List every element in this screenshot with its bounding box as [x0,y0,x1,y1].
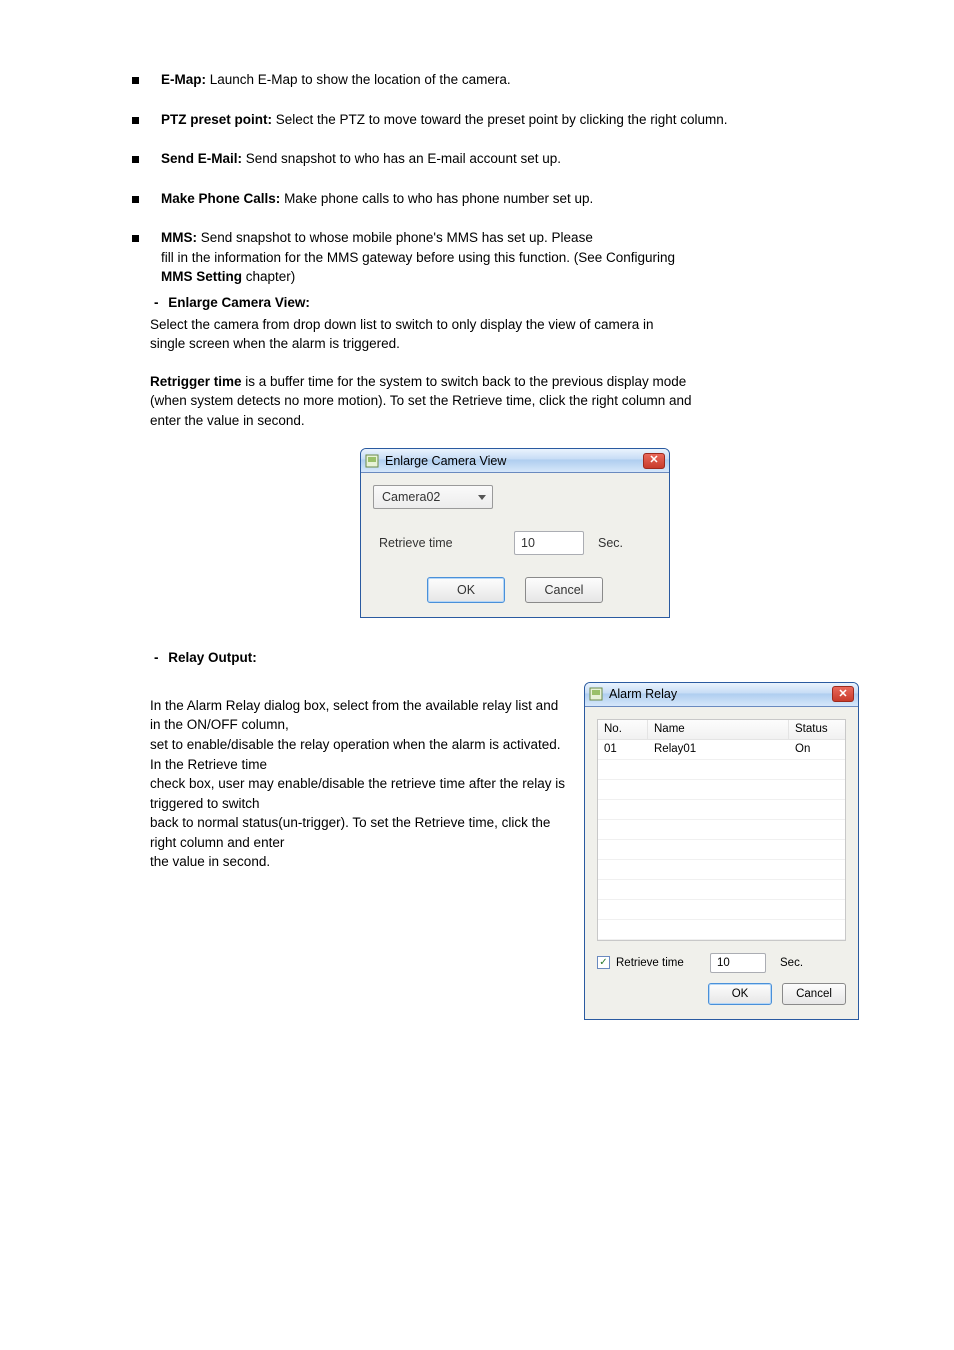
close-icon: ✕ [649,455,658,466]
retrieve-time-value: 10 [521,534,535,552]
text-mms-b: fill in the information for the MMS gate… [161,250,675,265]
ok-label: OK [732,986,749,1003]
text-emap: Launch E-Map to show the location of the… [210,72,511,87]
dash: - [154,295,159,310]
relay-body-c: check box, user may enable/disable the r… [150,774,572,813]
subitem-enlarge-title: Enlarge Camera View: [168,295,310,310]
label-emap: E-Map: [161,72,206,87]
app-icon [365,454,379,468]
relay-body-a: In the Alarm Relay dialog box, select fr… [150,696,572,735]
label-email: Send E-Mail: [161,151,242,166]
chevron-down-icon [478,495,486,500]
bullet-ptz: PTZ preset point: Select the PTZ to move… [161,110,859,130]
cell-name: Relay01 [648,740,789,760]
bullet-icon [132,196,139,203]
relay-body-e: the value in second. [150,852,572,872]
close-button[interactable]: ✕ [832,686,854,702]
retrigger-line2: (when system detects no more motion). To… [150,391,859,411]
col-name[interactable]: Name [648,720,789,740]
retrigger-rest: is a buffer time for the system to switc… [242,374,687,389]
bullet-icon [132,77,139,84]
close-button[interactable]: ✕ [643,453,665,469]
table-row-empty [598,800,845,820]
bullet-phone: Make Phone Calls: Make phone calls to wh… [161,189,859,209]
retrieve-time-value: 10 [717,955,730,972]
bullet-icon [132,156,139,163]
subitem-enlarge-body-a: Select the camera from drop down list to… [150,315,859,335]
camera-select-value: Camera02 [382,488,478,506]
dialog-title: Enlarge Camera View [385,452,643,470]
table-row-empty [598,880,845,900]
check-icon: ✓ [599,958,607,968]
bullet-email: Send E-Mail: Send snapshot to who has an… [161,149,859,169]
table-row-empty [598,920,845,940]
col-no[interactable]: No. [598,720,648,740]
close-icon: ✕ [838,689,847,700]
table-row[interactable]: 01 Relay01 On [598,740,845,760]
retrieve-time-input[interactable]: 10 [710,953,766,973]
text-ptz: Select the PTZ to move toward the preset… [276,112,728,127]
relay-body-b: set to enable/disable the relay operatio… [150,735,572,774]
retrigger-line3: enter the value in second. [150,411,859,431]
col-status[interactable]: Status [789,720,845,740]
retrieve-time-checkbox[interactable]: ✓ [597,956,610,969]
table-row-empty [598,840,845,860]
ok-button[interactable]: OK [427,577,505,603]
bullet-icon [132,117,139,124]
dash: - [154,650,159,665]
relay-table: No. Name Status 01 Relay01 On [597,719,846,941]
retrieve-time-input[interactable]: 10 [514,531,584,555]
cancel-button[interactable]: Cancel [525,577,603,603]
dialog-titlebar[interactable]: Alarm Relay ✕ [585,683,858,707]
dialog-titlebar[interactable]: Enlarge Camera View ✕ [361,449,669,473]
alarm-relay-dialog: Alarm Relay ✕ No. Name Status 01 Relay01… [584,682,859,1020]
retrigger-bold: Retrigger time [150,374,242,389]
bullet-mms: MMS: Send snapshot to whose mobile phone… [161,228,859,287]
table-row-empty [598,780,845,800]
enlarge-camera-dialog: Enlarge Camera View ✕ Camera02 Retrieve … [360,448,670,618]
dialog-title: Alarm Relay [609,685,832,703]
ok-button[interactable]: OK [708,983,772,1005]
text-phone: Make phone calls to who has phone number… [284,191,593,206]
cancel-button[interactable]: Cancel [782,983,846,1005]
table-row-empty [598,760,845,780]
sec-label: Sec. [780,955,803,972]
camera-select[interactable]: Camera02 [373,485,493,509]
text-mms-a: Send snapshot to whose mobile phone's MM… [201,230,593,245]
text-email: Send snapshot to who has an E-mail accou… [246,151,561,166]
table-row-empty [598,860,845,880]
cancel-label: Cancel [796,986,832,1003]
table-row-empty [598,900,845,920]
retrieve-time-label: Retrieve time [616,955,710,972]
cancel-label: Cancel [545,581,584,599]
subitem-enlarge-body-b: single screen when the alarm is triggere… [150,334,859,354]
label-mms: MMS: [161,230,197,245]
cell-no: 01 [598,740,648,760]
ok-label: OK [457,581,475,599]
app-icon [589,687,603,701]
sec-label: Sec. [598,534,623,552]
retrieve-time-label: Retrieve time [379,534,514,552]
table-row-empty [598,820,845,840]
mms-chapter: MMS Setting [161,269,242,284]
label-ptz: PTZ preset point: [161,112,272,127]
bullet-icon [132,235,139,242]
cell-status: On [789,740,845,760]
relay-body-d: back to normal status(un-trigger). To se… [150,813,572,852]
text-mms-close: chapter) [246,269,296,284]
subitem-relay-title: Relay Output: [168,650,257,665]
bullet-emap: E-Map: Launch E-Map to show the location… [161,70,859,90]
label-phone: Make Phone Calls: [161,191,280,206]
